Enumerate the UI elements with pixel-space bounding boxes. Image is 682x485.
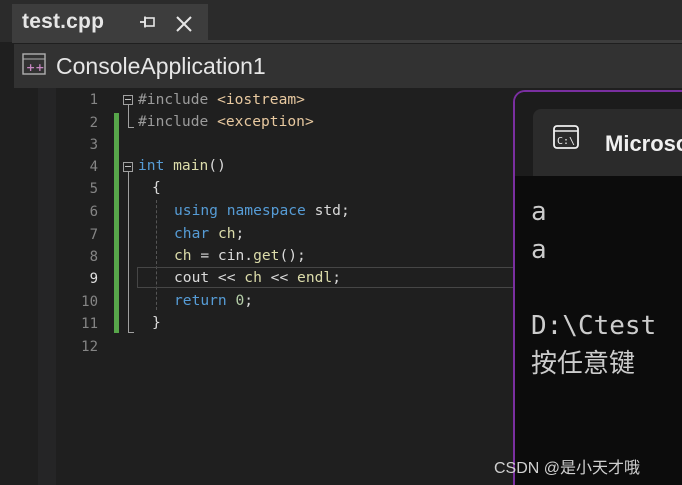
cmd-icon: C:\ [553, 125, 579, 149]
code-token: endl [297, 269, 333, 286]
code-token: <iostream> [217, 91, 305, 108]
code-token: get [253, 247, 280, 264]
collapse-icon[interactable] [123, 162, 133, 172]
console-output-line: a [531, 197, 547, 227]
cpp-project-icon: ++ [22, 53, 46, 75]
code-token: using [174, 202, 218, 219]
tab-underline [12, 40, 682, 43]
code-token: ch [209, 225, 236, 242]
line-number: 12 [81, 339, 98, 355]
line-number: 6 [89, 204, 98, 220]
project-selector[interactable]: ConsoleApplication1 [56, 53, 266, 80]
console-title-bar[interactable]: C:\ Microsoft [515, 92, 682, 176]
console-output-line: D:\Ctest [531, 311, 657, 341]
code-line-1[interactable]: #include <iostream> [138, 89, 305, 111]
code-token: ch [174, 247, 192, 264]
code-token: int [138, 157, 165, 174]
console-tab[interactable]: C:\ Microsoft [533, 109, 682, 176]
code-token: ; [235, 225, 245, 242]
indent-guide [156, 200, 157, 310]
outline-line [128, 332, 134, 333]
document-tab-strip: test.cpp [0, 0, 682, 42]
code-line-7[interactable]: char ch; [174, 223, 244, 245]
console-window[interactable]: C:\ Microsoft a a D:\Ctest 按任意键 [513, 90, 682, 485]
change-tracking-bar [114, 113, 119, 333]
line-number: 10 [81, 294, 98, 310]
tab-title[interactable]: test.cpp [22, 10, 104, 34]
code-line-4[interactable]: int main() [138, 155, 226, 177]
code-token: ; [244, 292, 254, 309]
console-output-line: 按任意键 [531, 349, 636, 379]
code-line-6[interactable]: using namespace std; [174, 200, 350, 222]
code-token: <exception> [217, 113, 314, 130]
project-navigation-bar: ++ ConsoleApplication1 [14, 44, 682, 88]
svg-text:C:\: C:\ [557, 136, 575, 147]
outline-line [128, 105, 129, 127]
line-number: 8 [89, 249, 98, 265]
code-line-2[interactable]: #include <exception> [138, 111, 314, 133]
line-number: 11 [81, 316, 98, 332]
code-token: #include [138, 113, 218, 130]
line-number: 2 [89, 115, 98, 131]
code-token: ch [244, 269, 262, 286]
close-icon[interactable] [175, 15, 193, 33]
code-token: std; [305, 202, 350, 219]
watermark: CSDN @是小天才哦 [494, 460, 641, 477]
code-token: { [152, 179, 161, 196]
code-token: ; [332, 269, 341, 286]
code-token: main [164, 157, 209, 174]
line-number-current: 9 [89, 271, 98, 287]
code-token: << [261, 269, 298, 286]
line-number: 4 [89, 159, 98, 175]
code-token: (); [279, 247, 306, 264]
code-token: namespace [217, 202, 306, 219]
console-output-line: a [531, 235, 547, 265]
code-line-10[interactable]: return 0; [174, 290, 253, 312]
console-tab-title[interactable]: Microsoft [605, 131, 682, 157]
collapse-icon[interactable] [123, 95, 133, 105]
code-line-11[interactable]: } [152, 312, 161, 334]
line-number: 1 [89, 92, 98, 108]
code-line-5[interactable]: { [152, 177, 161, 199]
code-line-8[interactable]: ch = cin.get(); [174, 245, 306, 267]
code-token: () [208, 157, 226, 174]
code-token: = cin. [191, 247, 254, 264]
code-token: 0 [226, 292, 245, 309]
code-token: cout << [174, 269, 245, 286]
outline-line [128, 127, 134, 128]
code-line-9[interactable]: cout << ch << endl; [174, 267, 341, 289]
outline-line [128, 172, 129, 332]
code-token: char [174, 225, 210, 242]
code-token: return [174, 292, 227, 309]
line-number: 7 [89, 227, 98, 243]
code-token: } [152, 314, 161, 331]
line-number: 5 [89, 181, 98, 197]
code-token: #include [138, 91, 218, 108]
svg-text:++: ++ [26, 61, 44, 74]
pin-icon[interactable] [139, 15, 157, 31]
document-tab[interactable]: test.cpp [12, 4, 208, 40]
line-number: 3 [89, 137, 98, 153]
